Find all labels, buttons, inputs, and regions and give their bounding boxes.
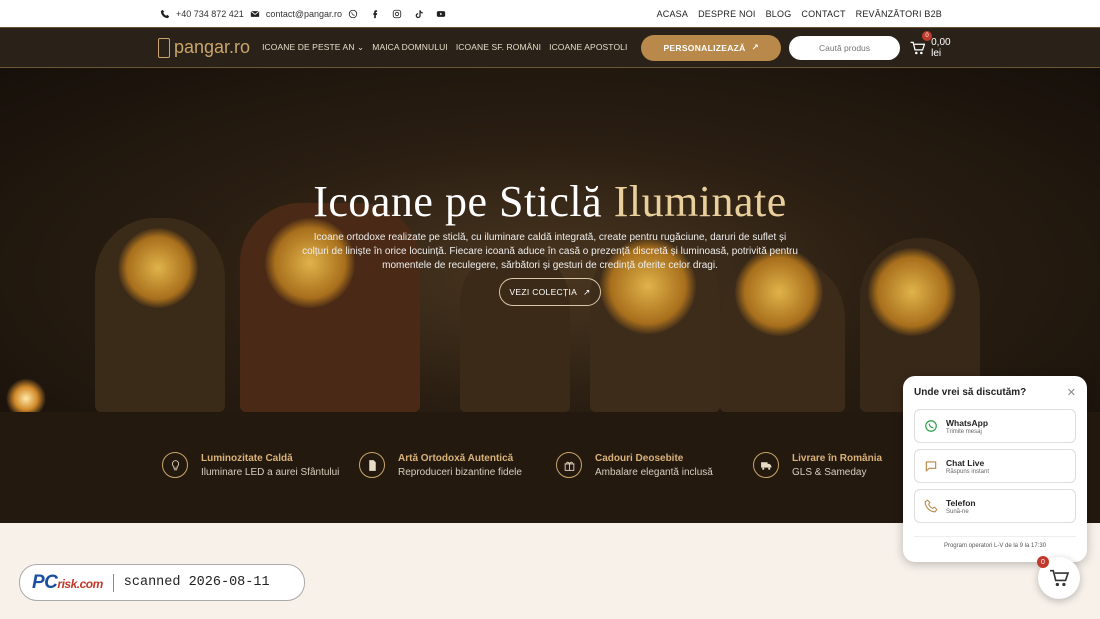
watermark-divider bbox=[112, 573, 114, 592]
feature-item: Artă Ortodoxă Autentică Reproduceri biza… bbox=[359, 452, 522, 478]
top-link-contact[interactable]: CONTACT bbox=[801, 9, 845, 19]
header-cart[interactable]: 0 0,00 lei bbox=[910, 30, 955, 59]
hero-section: Icoane pe Sticlă Iluminate Icoane ortodo… bbox=[0, 68, 1100, 412]
top-link-despre-noi[interactable]: DESPRE NOI bbox=[698, 9, 756, 19]
feature-subtitle: Reproduceri bizantine fidele bbox=[398, 466, 522, 478]
nav-maica-domnului[interactable]: MAICA DOMNULUI bbox=[372, 42, 448, 53]
top-link-acasa[interactable]: ACASA bbox=[657, 9, 689, 19]
feature-title: Livrare în România bbox=[792, 452, 883, 464]
floating-cart-button[interactable]: 0 bbox=[1037, 556, 1080, 599]
chat-option-title: WhatsApp bbox=[946, 417, 989, 428]
chat-option-subtitle: Răspuns instant bbox=[946, 468, 990, 475]
email-icon bbox=[250, 10, 259, 17]
hero-title: Icoane pe Sticlă Iluminate bbox=[0, 176, 1100, 227]
feature-subtitle: GLS & Sameday bbox=[792, 466, 867, 478]
email-link[interactable]: contact@pangar.ro bbox=[266, 9, 342, 19]
nav-icoane-apostoli[interactable]: ICOANE APOSTOLI bbox=[549, 42, 627, 53]
view-collection-button[interactable]: VEZI COLECȚIA ↗ bbox=[499, 278, 601, 306]
cart-total: 0,00 lei bbox=[931, 36, 951, 59]
youtube-icon[interactable] bbox=[436, 9, 446, 19]
logo-mark-icon bbox=[158, 37, 170, 58]
view-collection-label: VEZI COLECȚIA bbox=[509, 287, 578, 297]
whatsapp-icon bbox=[925, 420, 937, 432]
personalize-label: PERSONALIZEAZĂ bbox=[663, 42, 746, 53]
cart-icon bbox=[1050, 569, 1069, 587]
personalize-button[interactable]: PERSONALIZEAZĂ ↗ bbox=[641, 34, 782, 61]
chat-option-title: Telefon bbox=[946, 497, 976, 508]
chat-option-subtitle: Trimite mesaj bbox=[946, 428, 982, 435]
chat-widget: Unde vrei să discutăm? ✕ WhatsApp Trimit… bbox=[903, 376, 1087, 562]
feature-item: Livrare în România GLS & Sameday bbox=[753, 452, 882, 478]
truck-icon bbox=[753, 452, 779, 478]
phone-link[interactable]: +40 734 872 421 bbox=[176, 9, 244, 19]
phone-icon bbox=[924, 499, 938, 513]
close-icon[interactable]: ✕ bbox=[1067, 386, 1076, 399]
whatsapp-icon[interactable] bbox=[348, 9, 358, 19]
main-nav: ICOANE DE PESTE AN ⌄ MAICA DOMNULUI ICOA… bbox=[262, 42, 627, 53]
cart-count-badge: 0 bbox=[922, 30, 933, 41]
site-logo[interactable]: pangar.ro bbox=[158, 37, 250, 58]
chat-option-title: Chat Live bbox=[946, 457, 985, 468]
logo-text: pangar.ro bbox=[174, 37, 251, 57]
scan-watermark: PCrisk.com scanned 2026-08-11 bbox=[19, 564, 305, 601]
chat-title: Unde vrei să discutăm? bbox=[914, 387, 1027, 398]
nav-icoane-sf-romani[interactable]: ICOANE SF. ROMÂNI bbox=[456, 42, 541, 53]
halo-decoration bbox=[118, 228, 198, 308]
nav-icoane-de-peste-an[interactable]: ICOANE DE PESTE AN ⌄ bbox=[262, 42, 364, 53]
feature-title: Cadouri Deosebite bbox=[595, 452, 684, 464]
feature-title: Luminozitate Caldă bbox=[201, 452, 293, 464]
feature-title: Artă Ortodoxă Autentică bbox=[398, 452, 514, 464]
chat-option-live[interactable]: Chat Live Răspuns instant bbox=[914, 449, 1076, 483]
feature-subtitle: Ambalare elegantă inclusă bbox=[595, 466, 713, 478]
document-icon bbox=[359, 452, 385, 478]
top-links: ACASA DESPRE NOI BLOG CONTACT REVÂNZĂTOR… bbox=[657, 9, 942, 19]
hero-description: Icoane ortodoxe realizate pe sticlă, cu … bbox=[302, 232, 798, 271]
search-input[interactable] bbox=[789, 35, 901, 60]
cart-icon bbox=[910, 41, 926, 54]
hero-title-main: Icoane pe Sticlă bbox=[313, 177, 603, 226]
lightbulb-icon bbox=[162, 452, 188, 478]
chat-option-phone[interactable]: Telefon Sună-ne bbox=[914, 489, 1076, 523]
arrow-up-right-icon: ↗ bbox=[751, 42, 760, 52]
halo-decoration bbox=[868, 248, 956, 336]
gift-icon bbox=[556, 452, 582, 478]
top-bar: +40 734 872 421 contact@pangar.ro ACASA … bbox=[0, 0, 1100, 27]
watermark-scan-date: scanned 2026-08-11 bbox=[123, 575, 270, 590]
feature-item: Cadouri Deosebite Ambalare elegantă incl… bbox=[556, 452, 713, 478]
floating-cart-badge: 0 bbox=[1037, 556, 1049, 568]
chat-schedule: Program operatori L-V de la 9 la 17:30 bbox=[914, 536, 1076, 549]
chat-bubble-icon bbox=[925, 461, 937, 472]
facebook-icon[interactable] bbox=[370, 9, 380, 19]
contact-info: +40 734 872 421 contact@pangar.ro bbox=[160, 9, 446, 19]
main-header: pangar.ro ICOANE DE PESTE AN ⌄ MAICA DOM… bbox=[0, 27, 1100, 68]
chat-option-whatsapp[interactable]: WhatsApp Trimite mesaj bbox=[914, 409, 1076, 443]
arrow-up-right-icon: ↗ bbox=[583, 286, 591, 297]
candle-decoration bbox=[6, 378, 46, 412]
top-link-blog[interactable]: BLOG bbox=[766, 9, 792, 19]
phone-icon bbox=[160, 9, 170, 18]
feature-subtitle: Iluminare LED a aurei Sfântului bbox=[201, 466, 340, 478]
instagram-icon[interactable] bbox=[392, 9, 402, 19]
hero-title-accent: Iluminate bbox=[613, 177, 787, 226]
chevron-down-icon: ⌄ bbox=[357, 42, 365, 52]
top-link-b2b[interactable]: REVÂNZĂTORI B2B bbox=[856, 9, 942, 19]
tiktok-icon[interactable] bbox=[414, 9, 424, 19]
chat-option-subtitle: Sună-ne bbox=[946, 508, 969, 515]
feature-item: Luminozitate Caldă Iluminare LED a aurei… bbox=[162, 452, 339, 478]
watermark-logo: PCrisk.com bbox=[32, 571, 103, 593]
chat-header: Unde vrei să discutăm? ✕ bbox=[914, 386, 1076, 399]
